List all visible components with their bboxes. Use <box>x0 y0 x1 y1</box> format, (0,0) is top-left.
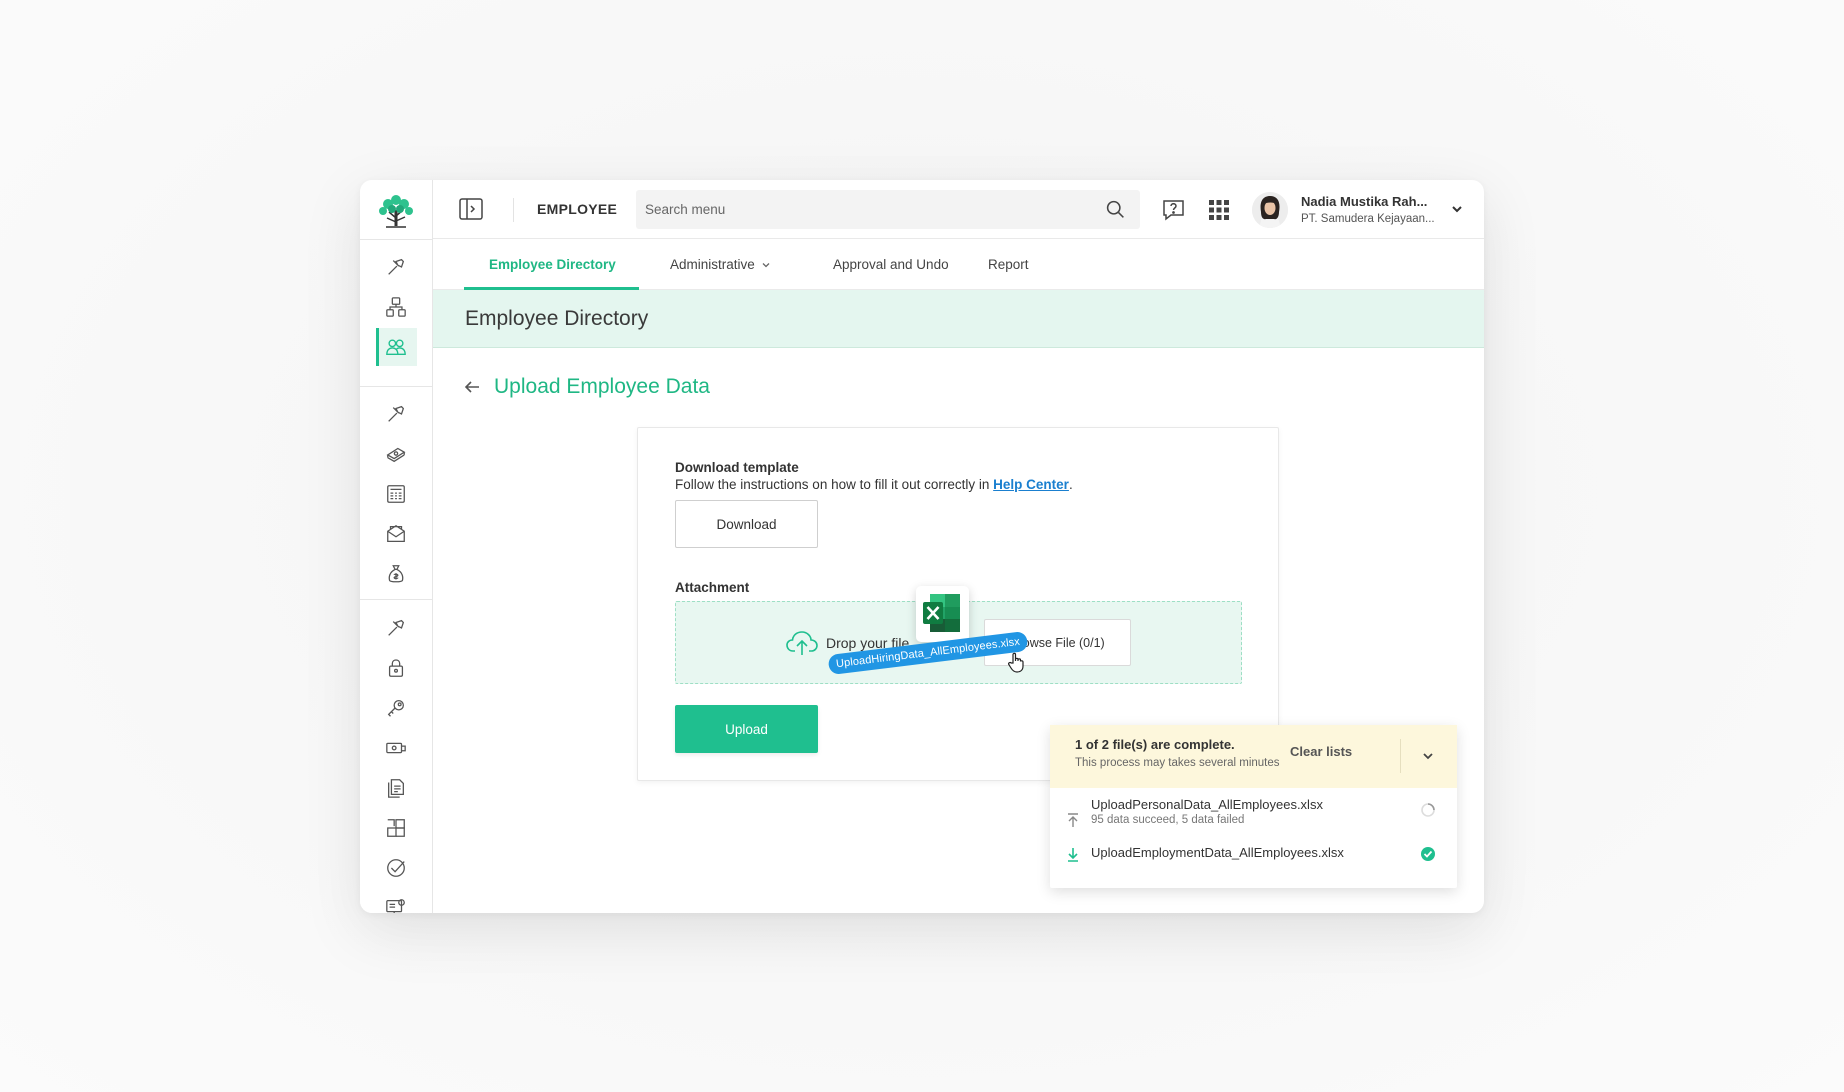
file-meta: 95 data succeed, 5 data failed <box>1091 814 1245 826</box>
upload-button[interactable]: Upload <box>675 705 818 753</box>
help-center-link[interactable]: Help Center <box>993 477 1069 492</box>
documents-icon[interactable] <box>382 774 410 802</box>
wrench-icon[interactable] <box>382 614 410 642</box>
org-chart-icon[interactable] <box>382 293 410 321</box>
attachment-heading: Attachment <box>675 580 750 595</box>
description-period: . <box>1068 477 1073 492</box>
chevron-down-icon <box>762 262 770 267</box>
search-bar[interactable] <box>636 190 1140 229</box>
tab-label: Approval and Undo <box>833 257 949 272</box>
check-circle-icon <box>1421 847 1435 861</box>
progress-subtitle: This process may takes several minutes <box>1075 757 1280 769</box>
tab-label: Employee Directory <box>489 257 616 272</box>
user-name[interactable]: Nadia Mustika Rah... <box>1301 194 1427 209</box>
tree-logo-icon[interactable] <box>374 188 418 232</box>
header-divider <box>1400 739 1401 773</box>
download-button[interactable]: Download <box>675 500 818 548</box>
clear-lists-button[interactable]: Clear lists <box>1290 744 1352 759</box>
money-bag-icon[interactable] <box>382 560 410 588</box>
file-name: UploadPersonalData_AllEmployees.xlsx <box>1091 797 1323 812</box>
tab-approval-and-undo[interactable]: Approval and Undo <box>833 239 949 290</box>
help-icon[interactable] <box>1161 197 1186 222</box>
money-stack-icon[interactable] <box>382 440 410 468</box>
header-divider <box>513 198 514 222</box>
tab-report[interactable]: Report <box>988 239 1029 290</box>
tab-administrative[interactable]: Administrative <box>670 239 771 290</box>
upload-progress-panel: 1 of 2 file(s) are complete. This proces… <box>1050 725 1457 888</box>
sidebar-active-indicator <box>376 328 379 366</box>
puzzle-icon[interactable] <box>382 814 410 842</box>
sidebar-divider <box>360 239 433 240</box>
description-text: Follow the instructions on how to fill i… <box>675 477 990 492</box>
calculator-icon[interactable] <box>382 480 410 508</box>
module-title: EMPLOYEE <box>537 201 618 217</box>
file-name: UploadEmploymentData_AllEmployees.xlsx <box>1091 845 1344 860</box>
search-input[interactable] <box>636 190 1096 229</box>
download-icon <box>1068 848 1078 862</box>
dragged-excel-file[interactable] <box>916 586 969 642</box>
tab-label: Report <box>988 257 1029 272</box>
download-template-description: Follow the instructions on how to fill i… <box>675 477 1073 492</box>
tab-label: Administrative <box>670 257 755 272</box>
loading-spinner-icon <box>1421 803 1435 817</box>
top-header: EMPLOYEE Nadia Mustika <box>433 180 1484 239</box>
monitor-settings-icon[interactable] <box>382 894 410 913</box>
key-icon[interactable] <box>382 694 410 722</box>
progress-title: 1 of 2 file(s) are complete. <box>1075 737 1235 752</box>
hand-cursor-icon <box>1008 652 1024 673</box>
wrench-icon[interactable] <box>382 253 410 281</box>
cash-icon[interactable] <box>382 734 410 762</box>
wrench-icon[interactable] <box>382 400 410 428</box>
apps-grid-icon[interactable] <box>1209 200 1229 220</box>
sidebar <box>360 180 433 913</box>
sidebar-divider <box>360 386 433 387</box>
progress-panel-header: 1 of 2 file(s) are complete. This proces… <box>1050 725 1457 788</box>
page-title: Employee Directory <box>465 307 649 330</box>
section-title: Upload Employee Data <box>494 375 710 398</box>
user-company: PT. Samudera Kejayaan... <box>1301 213 1435 225</box>
sidebar-toggle-icon[interactable] <box>459 198 483 220</box>
back-arrow-icon[interactable] <box>463 378 481 396</box>
lock-icon[interactable] <box>382 654 410 682</box>
download-template-heading: Download template <box>675 460 799 475</box>
page-header-band: Employee Directory <box>433 290 1484 348</box>
app-window: EMPLOYEE Nadia Mustika <box>360 180 1484 913</box>
search-icon[interactable] <box>1105 199 1126 220</box>
avatar[interactable] <box>1252 192 1288 228</box>
cloud-upload-icon <box>786 631 818 655</box>
chevron-down-icon[interactable] <box>1450 202 1464 216</box>
employees-icon[interactable] <box>382 333 410 361</box>
sidebar-divider <box>360 599 433 600</box>
tab-bar: Employee Directory Administrative Approv… <box>433 239 1484 290</box>
upload-icon <box>1068 813 1078 827</box>
chevron-down-icon[interactable] <box>1421 749 1435 763</box>
mail-icon[interactable] <box>382 520 410 548</box>
badge-check-icon[interactable] <box>382 854 410 882</box>
tab-employee-directory[interactable]: Employee Directory <box>489 239 616 290</box>
